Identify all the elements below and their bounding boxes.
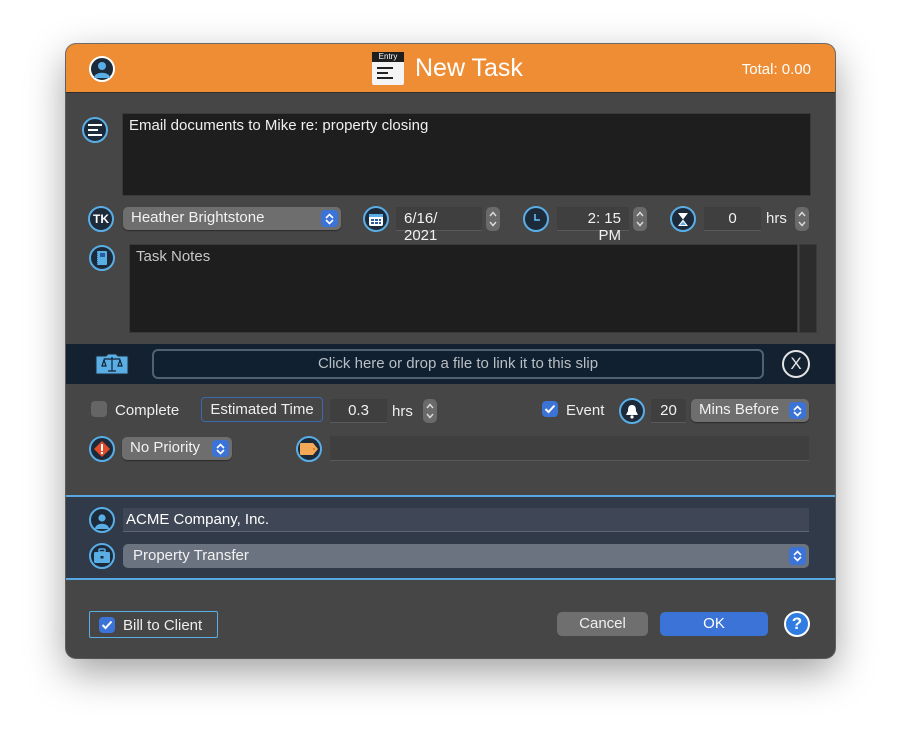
chevron-updown-icon bbox=[321, 210, 338, 227]
event-label: Event bbox=[566, 402, 605, 419]
notebook-icon bbox=[89, 245, 115, 271]
dialog-title: New Task bbox=[415, 54, 523, 82]
matter-select[interactable]: Property Transfer bbox=[123, 544, 809, 568]
timekeeper-select[interactable]: Heather Brightstone bbox=[123, 207, 341, 230]
time-field[interactable]: 2: 15 PM bbox=[557, 207, 629, 244]
event-checkbox[interactable] bbox=[542, 401, 558, 417]
duration-field[interactable]: 0 bbox=[704, 207, 761, 231]
briefcase-icon bbox=[89, 543, 115, 569]
matter-value: Property Transfer bbox=[133, 547, 249, 564]
ok-button[interactable]: OK bbox=[660, 612, 768, 636]
chevron-updown-icon bbox=[789, 547, 806, 565]
bill-to-client-label: Bill to Client bbox=[123, 617, 203, 634]
chevron-updown-icon bbox=[789, 402, 806, 419]
new-task-dialog: Entry New Task Total: 0.00 Email documen… bbox=[66, 44, 835, 658]
entry-icon-label: Entry bbox=[372, 52, 404, 62]
calendar-icon[interactable] bbox=[363, 206, 389, 232]
task-notes-textarea[interactable]: Task Notes bbox=[129, 244, 798, 333]
description-icon bbox=[82, 117, 108, 143]
notes-scrollbar[interactable] bbox=[799, 244, 817, 333]
task-notes-placeholder: Task Notes bbox=[136, 248, 211, 265]
complete-checkbox[interactable] bbox=[91, 401, 107, 417]
close-file-link-button[interactable]: X bbox=[782, 350, 810, 378]
tag-field[interactable] bbox=[330, 436, 809, 461]
bell-icon bbox=[619, 398, 645, 424]
priority-icon bbox=[89, 436, 115, 462]
bill-to-client-checkbox[interactable] bbox=[99, 617, 115, 633]
estimated-time-unit: hrs bbox=[392, 403, 413, 420]
description-textarea[interactable]: Email documents to Mike re: property clo… bbox=[122, 113, 811, 196]
estimated-time-stepper[interactable] bbox=[423, 399, 437, 423]
priority-select[interactable]: No Priority bbox=[122, 437, 232, 460]
chevron-updown-icon bbox=[212, 440, 229, 457]
complete-label: Complete bbox=[115, 402, 180, 419]
client-icon bbox=[89, 507, 115, 533]
reminder-field[interactable]: 20 bbox=[651, 399, 686, 423]
cancel-button[interactable]: Cancel bbox=[557, 612, 648, 636]
time-stepper[interactable] bbox=[633, 207, 647, 231]
entry-icon: Entry bbox=[372, 52, 404, 85]
user-profile-icon[interactable] bbox=[89, 56, 115, 82]
help-button[interactable]: ? bbox=[784, 611, 810, 637]
duration-stepper[interactable] bbox=[795, 207, 809, 231]
timekeeper-value: Heather Brightstone bbox=[131, 209, 265, 226]
client-field[interactable]: ACME Company, Inc. bbox=[123, 508, 809, 532]
priority-value: No Priority bbox=[130, 439, 201, 456]
tag-icon[interactable] bbox=[296, 436, 322, 462]
date-stepper[interactable] bbox=[486, 207, 500, 231]
date-field[interactable]: 6/16/ 2021 bbox=[396, 207, 482, 244]
file-drop-zone[interactable]: Click here or drop a file to link it to … bbox=[152, 349, 764, 379]
total-amount: Total: 0.00 bbox=[741, 61, 811, 78]
bill-to-client-toggle[interactable]: Bill to Client bbox=[89, 611, 218, 638]
reminder-unit-select[interactable]: Mins Before bbox=[691, 399, 809, 422]
clock-icon[interactable] bbox=[523, 206, 549, 232]
reminder-unit-value: Mins Before bbox=[699, 401, 780, 418]
legal-folder-icon bbox=[94, 352, 130, 376]
client-section: ACME Company, Inc. Property Transfer bbox=[66, 495, 835, 580]
estimated-time-button[interactable]: Estimated Time bbox=[201, 397, 323, 422]
file-link-bar: Click here or drop a file to link it to … bbox=[66, 344, 835, 384]
timekeeper-icon: TK bbox=[88, 206, 114, 232]
estimated-time-label: Estimated Time bbox=[210, 401, 314, 418]
hourglass-icon bbox=[670, 206, 696, 232]
estimated-time-field[interactable]: 0.3 bbox=[330, 399, 387, 423]
duration-unit: hrs bbox=[766, 210, 787, 227]
title-bar: Entry New Task Total: 0.00 bbox=[66, 44, 835, 93]
